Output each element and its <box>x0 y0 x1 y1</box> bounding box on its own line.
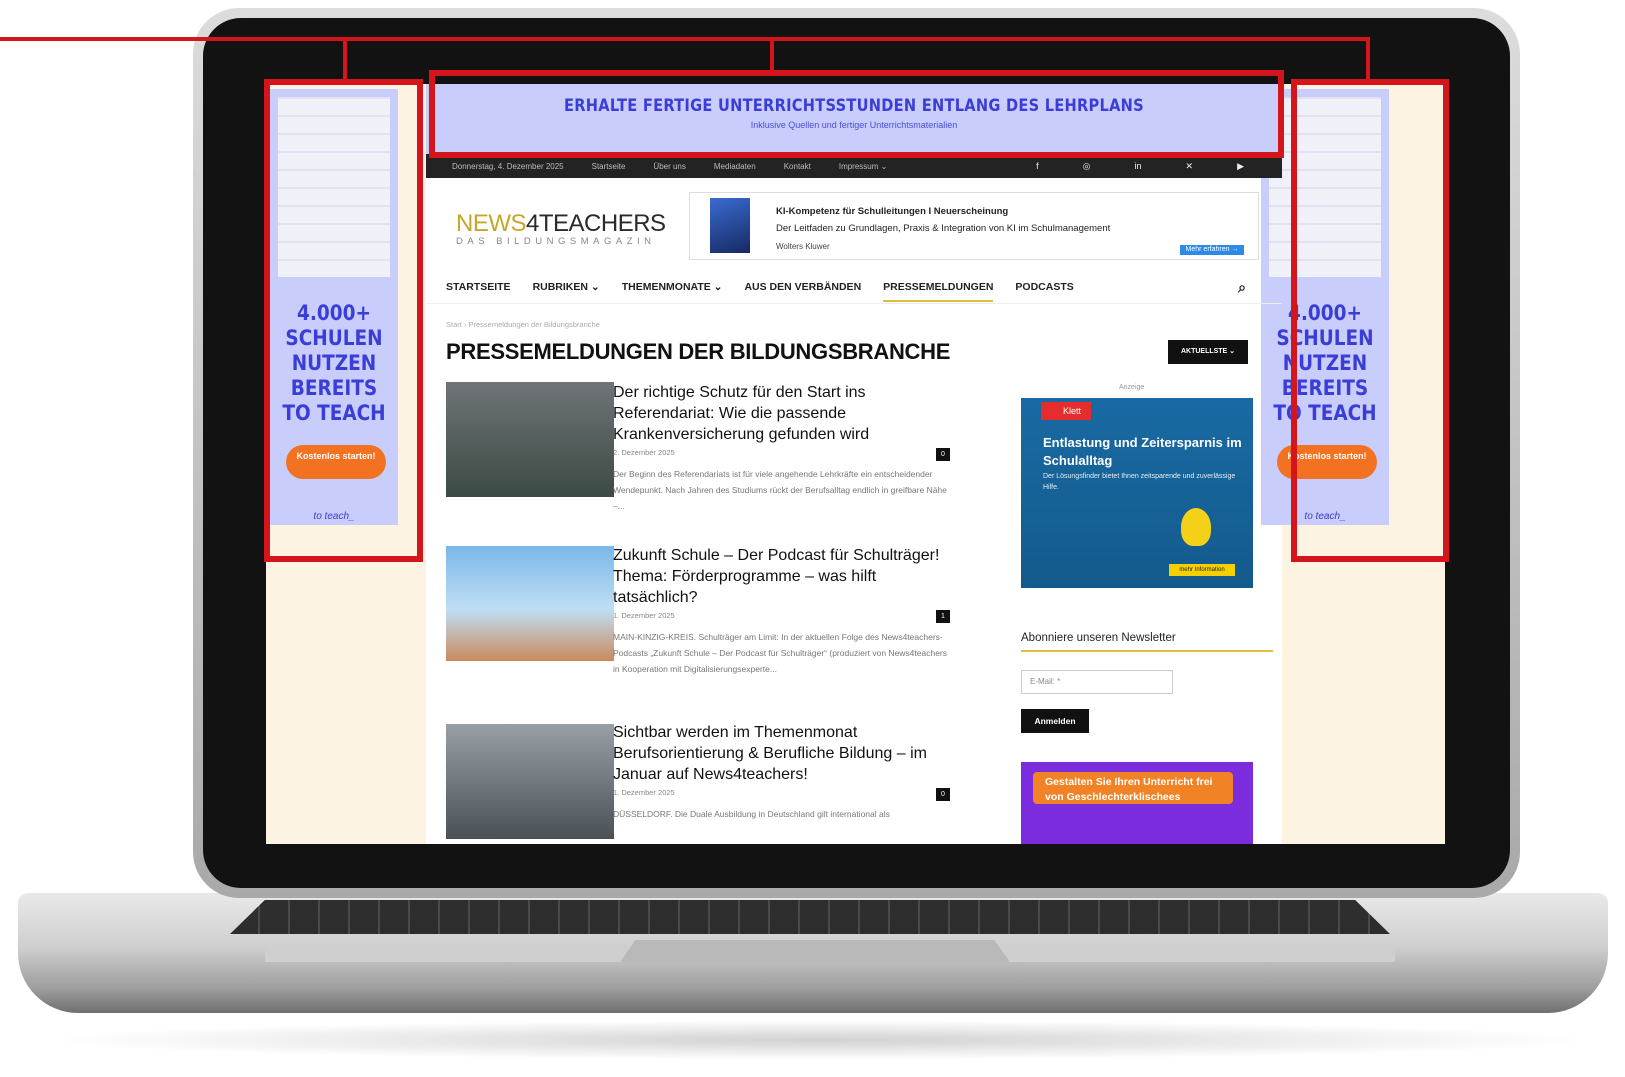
nav-rubriken[interactable]: RUBRIKEN ⌄ <box>533 272 600 302</box>
nav-podcasts[interactable]: PODCASTS <box>1015 272 1073 302</box>
topbar-link-mediadaten[interactable]: Mediadaten <box>714 162 756 171</box>
laptop-keyboard <box>230 900 1390 934</box>
callout-connector-left <box>343 37 347 82</box>
youtube-icon[interactable]: ▶ <box>1237 161 1244 172</box>
comment-count-badge[interactable]: 0 <box>936 788 950 801</box>
logo-part1: NEWS <box>456 210 527 237</box>
article-thumbnail[interactable] <box>446 724 614 839</box>
highlight-right-ad <box>1291 79 1449 562</box>
nav-aus-den-verbaenden[interactable]: AUS DEN VERBÄNDEN <box>744 272 861 302</box>
linkedin-icon[interactable]: in <box>1135 161 1142 172</box>
highlight-top-ad <box>429 70 1284 158</box>
comment-count-badge[interactable]: 0 <box>936 448 950 461</box>
nav-divider <box>426 303 1282 304</box>
klett-headline: Entlastung und Zeitersparnis im Schulall… <box>1043 435 1242 468</box>
article-date: 1. Dezember 2025 <box>613 611 675 620</box>
klett-ad[interactable]: Klett Entlastung und Zeitersparnis im Sc… <box>1021 398 1253 588</box>
page-title: PRESSEMELDUNGEN DER BILDUNGSBRANCHE <box>446 339 951 364</box>
sort-dropdown[interactable]: AKTUELLSTE ⌄ <box>1168 340 1248 364</box>
logo-part2: 4TEACHERS <box>526 210 666 237</box>
article-thumbnail[interactable] <box>446 546 614 661</box>
header-ad[interactable]: KI-Kompetenz für Schulleitungen I Neuers… <box>689 192 1259 260</box>
header-ad-headline: KI-Kompetenz für Schulleitungen I Neuers… <box>776 206 1009 217</box>
comment-count-badge[interactable]: 1 <box>936 610 950 623</box>
article-excerpt: DÜSSELDORF. Die Duale Ausbildung in Deut… <box>613 809 890 819</box>
nav-themenmonate[interactable]: THEMENMONATE ⌄ <box>622 272 723 302</box>
article-date: 1. Dezember 2025 <box>613 788 675 797</box>
topbar-link-kontakt[interactable]: Kontakt <box>784 162 811 171</box>
book-cover-image <box>710 198 750 253</box>
search-icon[interactable]: ⌕ <box>1238 279 1246 296</box>
newsletter-underline <box>1021 650 1273 652</box>
article-thumbnail[interactable] <box>446 382 614 497</box>
topbar-link-impressum[interactable]: Impressum ⌄ <box>839 162 888 171</box>
main-nav: STARTSEITE RUBRIKEN ⌄ THEMENMONATE ⌄ AUS… <box>446 272 1246 302</box>
promo-ad[interactable]: Gestalten Sie Ihren Unterricht frei von … <box>1021 762 1253 844</box>
header-ad-button[interactable]: Mehr erfahren → <box>1180 245 1244 255</box>
laptop-shadow <box>40 1020 1600 1060</box>
article-excerpt: Der Beginn des Referendariats ist für vi… <box>613 469 947 511</box>
callout-line <box>0 37 1370 41</box>
nav-startseite[interactable]: STARTSEITE <box>446 272 511 302</box>
promo-text: Gestalten Sie Ihren Unterricht frei von … <box>1033 772 1233 804</box>
laptop-trackpad <box>620 940 1010 962</box>
header-ad-text: Der Leitfaden zu Grundlagen, Praxis & In… <box>776 223 1111 234</box>
highlight-left-ad <box>264 79 423 562</box>
klett-text: Der Lösungsfinder bietet Ihnen zeitspare… <box>1043 473 1236 491</box>
facebook-icon[interactable]: f <box>1036 161 1039 172</box>
article-excerpt: MAIN-KINZIG-KREIS. Schulträger am Limit:… <box>613 632 948 674</box>
callout-connector-right <box>1366 37 1370 82</box>
x-icon[interactable]: ✕ <box>1186 161 1194 172</box>
subscribe-button[interactable]: Anmelden <box>1021 709 1089 733</box>
lightbulb-icon <box>1181 508 1211 546</box>
email-field[interactable]: E-Mail: * <box>1021 670 1173 694</box>
current-date: Donnerstag, 4. Dezember 2025 <box>452 161 564 171</box>
logo-tagline: DAS BILDUNGSMAGAZIN <box>456 236 656 247</box>
article-title[interactable]: Zukunft Schule – Der Podcast für Schultr… <box>613 545 958 608</box>
nav-pressemeldungen[interactable]: PRESSEMELDUNGEN <box>883 272 994 302</box>
topbar-link-startseite[interactable]: Startseite <box>592 162 626 171</box>
article-date: 2. Dezember 2025 <box>613 448 675 457</box>
newsletter-heading: Abonniere unseren Newsletter <box>1021 632 1176 644</box>
header-ad-brand: Wolters Kluwer <box>776 242 830 251</box>
instagram-icon[interactable]: ◎ <box>1083 161 1091 172</box>
klett-logo: Klett <box>1041 402 1091 420</box>
social-links: f ◎ in ✕ ▶ <box>1036 161 1272 172</box>
breadcrumb[interactable]: Start › Pressemeldungen der Bildungsbran… <box>446 320 600 329</box>
article-title[interactable]: Sichtbar werden im Themenmonat Berufsori… <box>613 722 958 785</box>
article-title[interactable]: Der richtige Schutz für den Start ins Re… <box>613 382 958 445</box>
site-logo[interactable]: NEWS4TEACHERS DAS BILDUNGSMAGAZIN <box>456 210 686 247</box>
klett-info-button[interactable]: mehr Information <box>1169 564 1235 576</box>
laptop-screen: 4.000+ SCHULEN NUTZEN BEREITS TO TEACH K… <box>266 84 1445 844</box>
topbar-link-ueber-uns[interactable]: Über uns <box>653 162 685 171</box>
ad-label: Anzeige <box>1119 384 1145 391</box>
